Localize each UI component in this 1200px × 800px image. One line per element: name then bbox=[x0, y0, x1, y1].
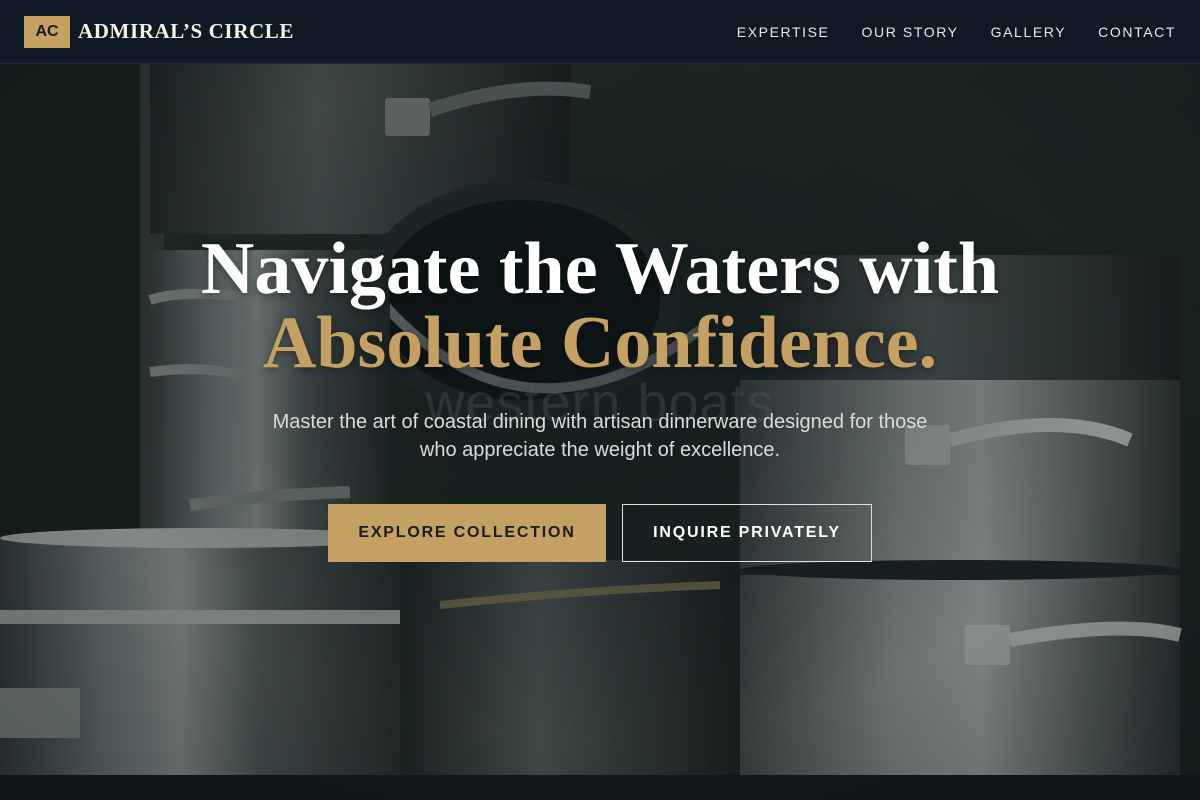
nav-link-our-story[interactable]: OUR STORY bbox=[862, 24, 959, 40]
brand-name: ADMIRAL’S CIRCLE bbox=[78, 19, 294, 43]
hero-subtitle: Master the art of coastal dining with ar… bbox=[272, 411, 928, 461]
inquire-privately-button[interactable]: INQUIRE PRIVATELY bbox=[622, 504, 872, 562]
hero-headline-line1: Navigate the Waters with bbox=[200, 228, 1000, 310]
hero-headline: Navigate the Waters with Absolute Confid… bbox=[0, 232, 1200, 380]
hero-headline-accent: Absolute Confidence. bbox=[262, 302, 938, 384]
nav-link-contact[interactable]: CONTACT bbox=[1098, 24, 1176, 40]
top-navbar: AC ADMIRAL’S CIRCLE EXPERTISE OUR STORY … bbox=[0, 0, 1200, 64]
cta-row: EXPLORE COLLECTION INQUIRE PRIVATELY bbox=[0, 504, 1200, 562]
brand-logo[interactable]: AC ADMIRAL’S CIRCLE bbox=[24, 15, 294, 48]
nav-links: EXPERTISE OUR STORY GALLERY CONTACT bbox=[737, 24, 1176, 40]
nav-link-expertise[interactable]: EXPERTISE bbox=[737, 24, 830, 40]
logo-mark: AC bbox=[24, 15, 70, 48]
hero-section: Navigate the Waters with Absolute Confid… bbox=[0, 232, 1200, 562]
nav-link-gallery[interactable]: GALLERY bbox=[991, 24, 1067, 40]
explore-collection-button[interactable]: EXPLORE COLLECTION bbox=[328, 504, 606, 562]
